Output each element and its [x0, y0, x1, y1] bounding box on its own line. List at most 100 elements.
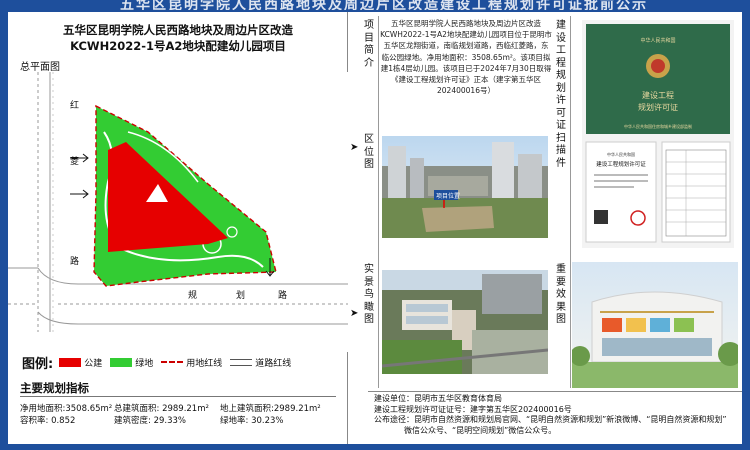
permit-cover-title2: 规划许可证	[638, 102, 678, 112]
vertical-label-char: 规	[556, 70, 566, 81]
publish-channels-cont: 微信公众号、“昆明空间规划”微信公众号。	[404, 425, 557, 435]
vertical-label-char: 重	[556, 264, 566, 275]
label-project-intro: 项目简介	[362, 20, 376, 70]
vertical-label-char: 目	[364, 32, 374, 44]
legend-label-site-line: 用地红线	[186, 358, 223, 369]
publish-channels: 公布途径：昆明市自然资源和规划局官网、“昆明自然资源和规划”新浪微博、“昆明自然…	[374, 415, 727, 424]
legend-item-road-line: 道路红线	[230, 356, 291, 369]
vertical-label-char: 实	[364, 264, 374, 275]
building-shape	[388, 146, 406, 206]
vertical-label-char: 图	[364, 159, 374, 170]
vertical-label-char: 划	[556, 82, 566, 94]
banner-title: 五华区昆明学院人民西路地块及周边片区改造建设工程规划许可证批前公示	[120, 0, 648, 10]
banner: 五华区昆明学院人民西路地块及周边片区改造建设工程规划许可证批前公示	[0, 0, 750, 10]
vertical-label-char: 可	[556, 107, 566, 119]
vertical-label-char: 许	[556, 95, 566, 106]
construction-unit: 建设单位：昆明市五华区教育体育局	[374, 394, 502, 403]
vertical-label-char: 位	[364, 146, 374, 158]
render-image	[572, 262, 738, 388]
label-aerial: 实景鸟瞰图	[362, 264, 376, 327]
column-divider	[378, 16, 379, 388]
indicators-title: 主要规划指标	[20, 381, 89, 395]
project-title-line1: 五华区昆明学院人民西路地块及周边片区改造	[63, 23, 293, 37]
permit-page-right	[661, 141, 731, 243]
legend: 图例: 公建 绿地 用地红线 道路红线	[22, 352, 299, 372]
legend-label-public: 公建	[84, 358, 103, 369]
legend-label-road-line: 道路红线	[255, 358, 292, 369]
site-plan-map: 红 菱 路 规 划 路	[8, 72, 348, 352]
vertical-label-char: 扫	[556, 132, 566, 144]
vertical-label-char: 要	[556, 276, 566, 288]
qr-code-icon	[594, 210, 608, 224]
permit-cover-title1: 建设工程	[642, 90, 674, 100]
vertical-label-char: 描	[556, 145, 566, 156]
permit-scan-image: 中华人民共和国 建设工程 规划许可证 中华人民共和国住房和城乡建设部监制 中华人…	[585, 24, 731, 243]
indicator-above-area: 地上建筑面积:2989.21m²	[220, 404, 321, 414]
site-plan-panel: 五华区昆明学院人民西路地块及周边片区改造 KCWH2022-1号A2地块配建幼儿…	[8, 12, 348, 444]
permit-scan: 中华人民共和国 建设工程 规划许可证 中华人民共和国住房和城乡建设部监制 中华人…	[582, 20, 734, 248]
column-divider	[570, 16, 571, 388]
legend-swatch-public	[59, 357, 82, 367]
indicator-total-area: 总建筑面积: 2989.21m²	[114, 404, 209, 414]
location-photo-image: 项目位置	[382, 136, 548, 238]
pointer-arrow-icon: ➤	[350, 142, 359, 153]
permit-inner-title: 建设工程规划许可证	[596, 160, 646, 168]
location-photo: 项目位置	[382, 136, 548, 238]
permit-page-left	[585, 141, 657, 243]
vertical-label-char: 图	[364, 314, 374, 325]
legend-item-site-line: 用地红线	[161, 356, 222, 369]
road-label-bottom-1: 规	[188, 290, 197, 301]
indicator-far: 容积率: 0.852	[20, 416, 76, 426]
legend-label-green: 绿地	[135, 358, 154, 369]
building-shape	[482, 274, 542, 314]
indicator-green: 绿地率: 30.23%	[220, 416, 284, 426]
road-label-bottom-2: 划	[236, 289, 245, 301]
aerial-photo-image	[382, 270, 548, 374]
vertical-label-char: 介	[364, 57, 374, 69]
permit-cover-country: 中华人民共和国	[640, 37, 675, 44]
vertical-label-char: 工	[556, 45, 566, 56]
vertical-label-char: 区	[364, 134, 374, 145]
legend-swatch-road-line	[230, 358, 253, 366]
legend-title: 图例:	[22, 356, 54, 372]
vertical-label-char: 证	[556, 120, 566, 131]
notice-board: 五华区昆明学院人民西路地块及周边片区改造 KCWH2022-1号A2地块配建幼儿…	[8, 12, 742, 444]
vertical-label-char: 件	[556, 157, 566, 169]
location-tag-text: 项目位置	[436, 192, 460, 200]
label-permit-scan: 建设工程规划许可证扫描件	[554, 20, 568, 170]
legend-item-green: 绿地	[110, 356, 153, 369]
permit-inner-country: 中华人民共和国	[607, 151, 635, 157]
legend-swatch-green	[110, 357, 133, 367]
bottom-info: 建设单位：昆明市五华区教育体育局 建设工程规划许可证证号：建字第五华区20240…	[368, 391, 742, 444]
indicator-density: 建筑密度: 29.33%	[114, 416, 186, 426]
project-title: 五华区昆明学院人民西路地块及周边片区改造 KCWH2022-1号A2地块配建幼儿…	[8, 22, 348, 54]
vertical-label-char: 项	[364, 20, 374, 31]
road-label-left-3: 路	[70, 255, 79, 267]
permit-number: 建设工程规划许可证证号：建字第五华区202400016号	[374, 404, 572, 414]
vertical-label-char: 简	[364, 45, 374, 56]
vertical-label-char: 瞰	[364, 301, 374, 313]
vertical-label-char: 建	[556, 20, 566, 31]
indicator-net-area: 净用地面积:3508.65m²	[20, 404, 113, 414]
pointer-arrow-icon: ➤	[350, 308, 359, 319]
vertical-label-char: 鸟	[364, 289, 374, 300]
road-label-bottom-3: 路	[278, 289, 287, 301]
vertical-label-char: 设	[556, 32, 566, 44]
vertical-label-char: 程	[556, 57, 566, 69]
vertical-label-char: 景	[364, 276, 374, 288]
building-shape	[492, 142, 514, 206]
legend-item-public: 公建	[59, 356, 102, 369]
render-image-graphic	[572, 262, 738, 388]
project-intro-text: 五华区昆明学院人民西路地块及周边片区改造KCWH2022-1号A2地块配建幼儿园…	[380, 19, 552, 96]
vertical-label-char: 图	[556, 314, 566, 325]
site-plan-label: 总平面图	[20, 62, 60, 73]
indicators-divider	[20, 396, 336, 397]
vertical-label-char: 效	[556, 289, 566, 300]
road-label-left-2: 菱	[70, 155, 79, 167]
legend-swatch-site-line	[161, 361, 184, 363]
road-label-left-1: 红	[70, 99, 79, 111]
label-location: 区位图	[362, 134, 376, 172]
aerial-photo	[382, 270, 548, 374]
permit-cover-footer: 中华人民共和国住房和城乡建设部监制	[624, 123, 692, 129]
vertical-label-char: 果	[556, 301, 566, 313]
